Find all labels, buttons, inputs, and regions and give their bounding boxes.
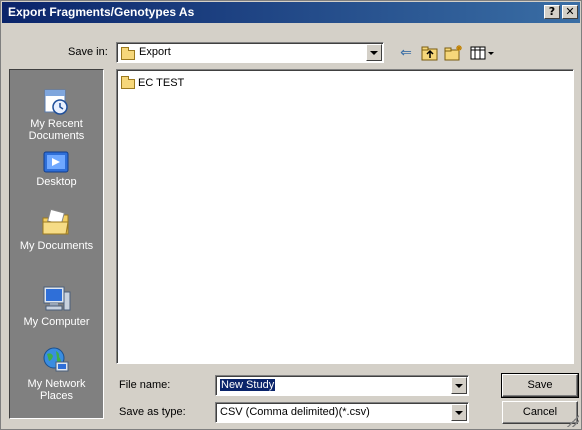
chevron-down-icon[interactable] [366,44,382,61]
desktop-icon [43,151,69,173]
resize-grip[interactable] [567,415,579,427]
my-documents-icon [42,208,69,235]
up-folder-icon[interactable] [419,43,441,63]
back-arrow-icon[interactable]: ⇐ [395,43,417,63]
file-name-value: New Study [220,379,276,391]
save-as-type-dropdown[interactable]: CSV (Comma delimited)(*.csv) [215,402,469,423]
place-label: My Network Places [27,378,86,402]
close-button[interactable]: ✕ [562,5,578,19]
places-bar: My Recent Documents Desktop My Documents [9,69,104,419]
place-my-documents[interactable]: My Documents [10,200,103,268]
dialog-title: Export Fragments/Genotypes As [8,5,195,19]
place-my-network-places[interactable]: My Network Places [10,338,103,406]
place-label: Desktop [36,176,77,188]
chevron-down-icon[interactable] [451,404,467,421]
place-label: My Documents [19,240,94,252]
save-button[interactable]: Save [501,373,579,398]
title-bar[interactable]: Export Fragments/Genotypes As ? ✕ [2,2,580,23]
new-folder-icon[interactable] [443,43,465,63]
save-as-type-label: Save as type: [119,406,186,418]
network-places-icon [43,347,69,372]
save-in-label: Save in: [68,46,108,58]
place-label: My Recent Documents [28,118,85,142]
folder-icon [121,76,135,89]
my-computer-icon [43,286,71,311]
file-list[interactable]: EC TEST [116,69,574,364]
export-dialog: Export Fragments/Genotypes As ? ✕ Save i… [0,0,582,430]
place-desktop[interactable]: Desktop [10,140,103,208]
save-as-type-value: CSV (Comma delimited)(*.csv) [220,406,370,418]
place-label: My Computer [23,316,90,328]
recent-documents-icon [44,89,68,115]
chevron-down-icon[interactable] [451,377,467,394]
place-my-computer[interactable]: My Computer [10,276,103,344]
help-button[interactable]: ? [544,5,560,19]
save-in-value: Export [139,46,171,58]
file-name-label: File name: [119,379,171,391]
views-menu-icon[interactable] [469,43,497,63]
place-my-recent-documents[interactable]: My Recent Documents [10,78,103,146]
save-in-dropdown[interactable]: Export [116,42,384,63]
folder-icon [121,47,135,60]
file-name-input[interactable]: New Study [215,375,469,396]
file-name: EC TEST [138,77,185,89]
